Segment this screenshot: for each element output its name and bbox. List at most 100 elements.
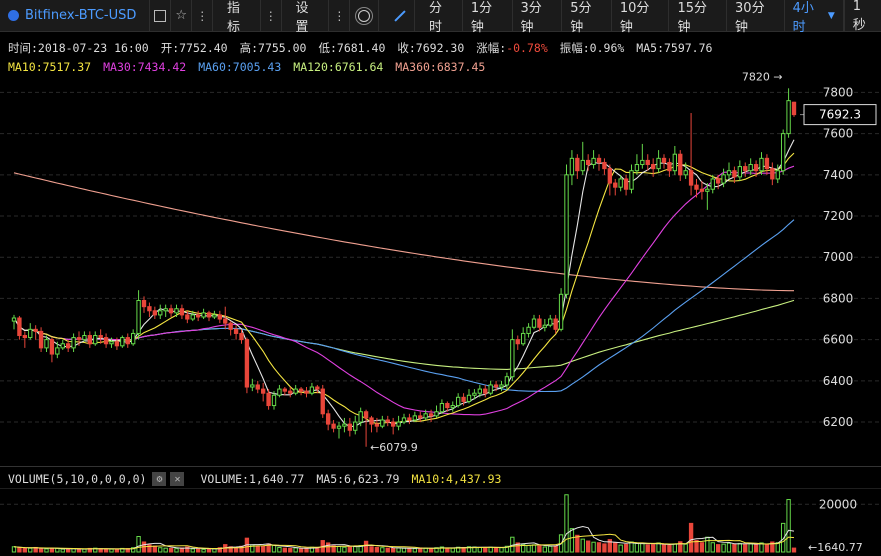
volume-bar xyxy=(488,546,493,553)
candle-body xyxy=(721,174,726,184)
candle-body xyxy=(309,386,315,394)
candle-body xyxy=(553,318,558,330)
volume-bar xyxy=(255,545,260,553)
candle-body xyxy=(591,157,596,166)
candle-body xyxy=(293,388,298,394)
volume-bar xyxy=(174,548,179,553)
candle-body xyxy=(342,423,347,427)
candle-body xyxy=(11,317,17,322)
volume-bar xyxy=(342,546,347,553)
candle-body xyxy=(358,411,363,423)
candle-body xyxy=(499,384,504,388)
price-tick-label: 7600 xyxy=(823,127,854,141)
candle-body xyxy=(136,299,141,334)
candle-body xyxy=(764,157,770,170)
candle-body xyxy=(17,317,22,337)
volume-bar xyxy=(602,543,607,553)
candle-body xyxy=(325,413,331,425)
volume-bar xyxy=(672,543,678,553)
candle-body xyxy=(390,421,396,427)
volume-bar xyxy=(715,544,721,553)
candle-body xyxy=(266,392,271,407)
candle-body xyxy=(607,168,613,184)
candle-body xyxy=(791,101,797,116)
candle-body xyxy=(103,337,109,345)
candle-body xyxy=(374,423,380,427)
candle-body xyxy=(298,388,304,392)
volume-bar xyxy=(623,543,629,553)
candle-body xyxy=(93,335,98,345)
volume-bar xyxy=(282,547,288,553)
candle-body xyxy=(271,394,277,407)
candle-body xyxy=(450,405,455,409)
candle-body xyxy=(412,415,418,421)
volume-bar xyxy=(401,547,407,553)
candle-body xyxy=(461,396,466,402)
volume-bar xyxy=(277,546,282,553)
candle-body xyxy=(667,161,672,172)
volume-bar xyxy=(786,499,791,553)
volume-bar xyxy=(445,547,450,553)
volume-bar xyxy=(613,542,618,553)
volume-bar xyxy=(721,543,726,553)
ma5-line xyxy=(13,139,795,428)
candle-body xyxy=(656,157,661,170)
volume-bar xyxy=(293,547,298,553)
volume-bar xyxy=(38,548,44,553)
candlestick-chart[interactable]: 6200 6400 6600 6800 7000 7200 7400 7600 7800 7820… xyxy=(0,0,881,556)
price-tick-label: 6200 xyxy=(823,415,854,429)
candle-body xyxy=(580,159,585,172)
volume-bar xyxy=(726,542,732,553)
volume-bar xyxy=(201,548,206,553)
candle-body xyxy=(331,423,336,429)
candle-body xyxy=(168,308,174,314)
current-volume-label: ←1640.77 xyxy=(808,541,863,554)
volume-bar xyxy=(11,546,17,553)
volume-bar xyxy=(428,547,434,553)
candle-body xyxy=(688,170,694,186)
candle-body xyxy=(228,322,233,330)
volume-bar xyxy=(271,544,277,553)
candle-body xyxy=(158,310,163,316)
candle-body xyxy=(120,337,125,347)
volume-bar xyxy=(325,542,331,553)
volume-bar xyxy=(743,543,748,553)
volume-bar xyxy=(477,546,483,553)
candle-body xyxy=(304,390,309,394)
candle-body xyxy=(428,413,434,417)
candle-body xyxy=(466,394,472,402)
volume-tick-label: 20000 xyxy=(819,497,857,511)
candle-body xyxy=(504,376,510,386)
candle-body xyxy=(401,417,407,423)
candle-body xyxy=(212,314,217,318)
candle-body xyxy=(753,164,759,172)
volume-bar xyxy=(732,543,737,553)
volume-bar xyxy=(564,494,569,553)
candle-body xyxy=(44,339,49,349)
candle-body xyxy=(493,384,499,388)
candle-body xyxy=(575,157,580,172)
candle-body xyxy=(645,159,650,166)
candle-body xyxy=(277,388,282,396)
ma60-line xyxy=(13,219,795,393)
volume-bar xyxy=(493,546,499,553)
volume-bar xyxy=(748,543,753,553)
volume-bar xyxy=(288,547,293,553)
candle-body xyxy=(542,324,548,328)
volume-bar xyxy=(688,522,694,553)
candle-body xyxy=(678,153,683,176)
candle-body xyxy=(455,396,461,407)
candle-body xyxy=(640,159,645,166)
volume-bar xyxy=(353,545,358,553)
candle-body xyxy=(185,314,190,320)
volume-bar xyxy=(656,542,661,553)
volume-bar xyxy=(683,543,688,553)
candle-body xyxy=(206,312,212,318)
candle-body xyxy=(623,178,629,190)
candle-body xyxy=(190,314,195,320)
price-tick-label: 7800 xyxy=(823,85,854,99)
volume-bar xyxy=(483,547,488,553)
candle-body xyxy=(22,335,28,339)
candle-body xyxy=(759,157,764,172)
price-tick-label: 6600 xyxy=(823,333,854,347)
